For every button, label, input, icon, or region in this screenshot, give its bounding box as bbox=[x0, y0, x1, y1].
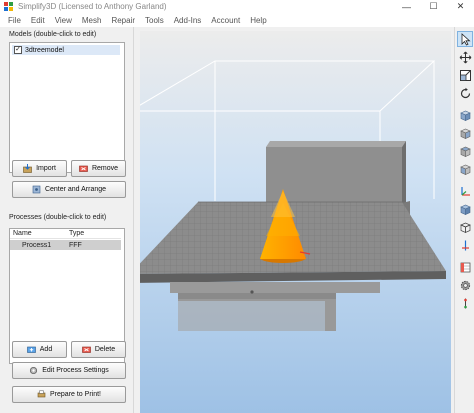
menu-bar: File Edit View Mesh Repair Tools Add-Ins… bbox=[0, 13, 474, 27]
processes-table-header: Name Type bbox=[10, 229, 121, 239]
side-view-button[interactable] bbox=[457, 161, 473, 177]
window-title: Simplify3D (Licensed to Anthony Garland) bbox=[18, 2, 167, 11]
view-toolbar bbox=[454, 27, 474, 413]
rotate-tool[interactable] bbox=[457, 85, 473, 101]
add-label: Add bbox=[39, 346, 53, 353]
axis-triad-icon bbox=[460, 186, 470, 196]
cube-solid-icon bbox=[459, 204, 471, 215]
view-default-icon bbox=[459, 110, 471, 121]
preferences-button[interactable] bbox=[457, 277, 473, 293]
scale-icon bbox=[459, 69, 471, 81]
models-section-title: Models (double-click to edit) bbox=[9, 31, 97, 38]
menu-add-ins[interactable]: Add-Ins bbox=[169, 16, 207, 25]
cube-wireframe-icon bbox=[459, 222, 471, 233]
build-scene bbox=[140, 60, 446, 331]
import-icon bbox=[23, 164, 32, 173]
edit-process-label: Edit Process Settings bbox=[42, 367, 109, 374]
center-arrange-label: Center and Arrange bbox=[44, 186, 107, 193]
menu-account[interactable]: Account bbox=[206, 16, 245, 25]
delete-process-button[interactable]: Delete bbox=[71, 341, 126, 358]
menu-file[interactable]: File bbox=[3, 16, 26, 25]
left-panel: Models (double-click to edit) ✓ 3dtreemo… bbox=[0, 27, 134, 413]
column-header-type[interactable]: Type bbox=[66, 230, 84, 237]
select-tool[interactable] bbox=[457, 31, 473, 47]
printer-base bbox=[170, 282, 380, 331]
move-tool[interactable] bbox=[457, 49, 473, 65]
cross-section-icon bbox=[461, 240, 469, 250]
menu-edit[interactable]: Edit bbox=[26, 16, 50, 25]
menu-tools[interactable]: Tools bbox=[140, 16, 169, 25]
add-process-button[interactable]: Add bbox=[12, 341, 67, 358]
remove-button[interactable]: Remove bbox=[71, 160, 126, 177]
settings-gear-icon bbox=[460, 280, 470, 290]
process-type-cell: FFF bbox=[69, 241, 82, 249]
3d-viewport[interactable] bbox=[140, 31, 451, 413]
column-header-name[interactable]: Name bbox=[10, 230, 66, 237]
minimize-button[interactable]: — bbox=[393, 0, 420, 13]
maximize-button[interactable]: ☐ bbox=[420, 0, 447, 13]
center-arrange-icon bbox=[32, 185, 41, 194]
axis-toggle-button[interactable] bbox=[457, 183, 473, 199]
view-top-icon bbox=[459, 146, 471, 157]
build-table-icon bbox=[460, 262, 470, 272]
delete-label: Delete bbox=[94, 346, 116, 353]
close-button[interactable]: ✕ bbox=[447, 0, 474, 13]
build-table-button[interactable] bbox=[457, 259, 473, 275]
process-name-cell: Process1 bbox=[22, 241, 52, 249]
settings-icon bbox=[30, 366, 38, 375]
solid-render-button[interactable] bbox=[457, 201, 473, 217]
models-list[interactable]: ✓ 3dtreemodel bbox=[9, 42, 125, 173]
print-icon bbox=[37, 390, 46, 398]
scale-tool[interactable] bbox=[457, 67, 473, 83]
top-view-button[interactable] bbox=[457, 143, 473, 159]
wireframe-render-button[interactable] bbox=[457, 219, 473, 235]
table-row[interactable]: Process1 FFF bbox=[10, 240, 121, 250]
menu-repair[interactable]: Repair bbox=[106, 16, 140, 25]
center-and-arrange-button[interactable]: Center and Arrange bbox=[12, 181, 126, 198]
model-visible-checkbox[interactable]: ✓ bbox=[14, 46, 22, 54]
remove-icon bbox=[79, 165, 88, 172]
front-view-button[interactable] bbox=[457, 125, 473, 141]
list-item[interactable]: ✓ 3dtreemodel bbox=[12, 45, 120, 55]
cross-section-button[interactable] bbox=[457, 237, 473, 253]
import-button[interactable]: Import bbox=[12, 160, 67, 177]
measure-tool[interactable] bbox=[457, 295, 473, 311]
edit-process-settings-button[interactable]: Edit Process Settings bbox=[12, 362, 126, 379]
remove-label: Remove bbox=[91, 165, 119, 172]
menu-view[interactable]: View bbox=[50, 16, 77, 25]
title-bar: Simplify3D (Licensed to Anthony Garland)… bbox=[0, 0, 474, 13]
move-icon bbox=[459, 51, 471, 63]
prepare-to-print-label: Prepare to Print! bbox=[50, 391, 101, 398]
menu-help[interactable]: Help bbox=[245, 16, 271, 25]
view-side-icon bbox=[459, 164, 471, 175]
model-name: 3dtreemodel bbox=[25, 46, 64, 54]
ruler-icon bbox=[463, 298, 467, 308]
prepare-to-print-button[interactable]: Prepare to Print! bbox=[12, 386, 126, 403]
view-front-icon bbox=[459, 128, 471, 139]
add-icon bbox=[26, 346, 36, 353]
default-view-button[interactable] bbox=[457, 107, 473, 123]
menu-mesh[interactable]: Mesh bbox=[77, 16, 107, 25]
rotate-icon bbox=[460, 87, 470, 98]
import-label: Import bbox=[36, 165, 56, 172]
processes-section-title: Processes (double-click to edit) bbox=[9, 214, 107, 221]
app-logo-icon bbox=[4, 2, 13, 11]
select-arrow-icon bbox=[461, 32, 471, 46]
delete-icon bbox=[82, 346, 91, 353]
